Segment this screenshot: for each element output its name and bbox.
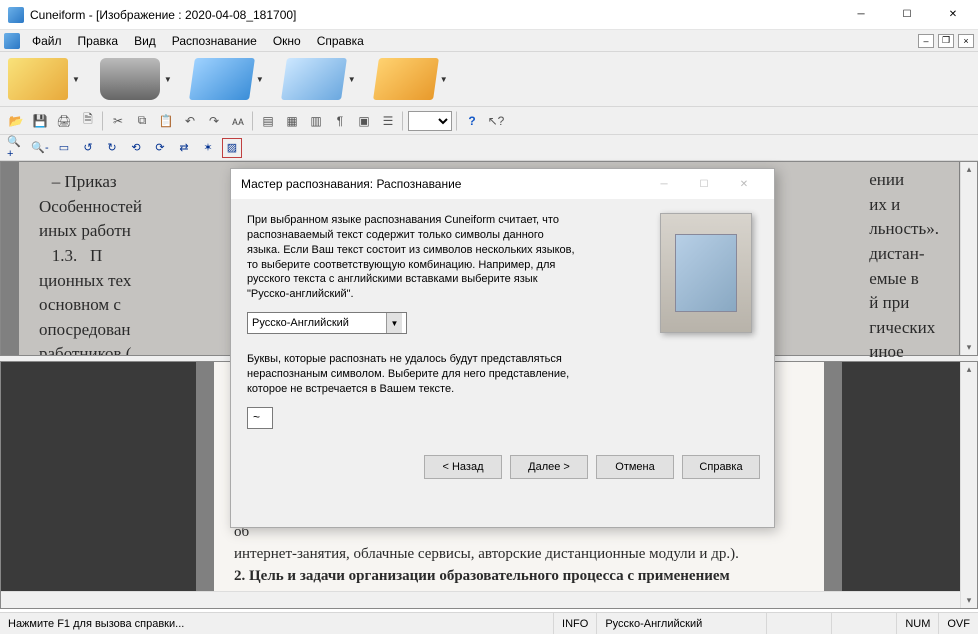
- status-hint: Нажмите F1 для вызова справки...: [0, 613, 554, 634]
- separator: [456, 111, 458, 131]
- chevron-down-icon[interactable]: ▼: [438, 73, 450, 86]
- vertical-scrollbar[interactable]: [960, 362, 977, 608]
- wizard-button[interactable]: ▼: [8, 58, 82, 100]
- menu-view[interactable]: Вид: [126, 32, 164, 50]
- mdi-restore-icon[interactable]: ❐: [938, 34, 954, 48]
- undo-icon[interactable]: ↶: [180, 111, 200, 131]
- status-language: Русско-Английский: [597, 613, 767, 634]
- status-num: NUM: [897, 613, 939, 634]
- zoom-out-icon[interactable]: 🔍-: [30, 138, 50, 158]
- menu-bar: Файл Правка Вид Распознавание Окно Справ…: [0, 30, 978, 52]
- vertical-scrollbar[interactable]: [960, 162, 977, 355]
- back-button[interactable]: < Назад: [424, 455, 502, 479]
- cancel-button[interactable]: Отмена: [596, 455, 674, 479]
- save-results-button[interactable]: ▼: [376, 58, 450, 100]
- separator: [102, 111, 104, 131]
- preview-icon[interactable]: 🗎: [78, 111, 98, 131]
- close-button[interactable]: ✕: [930, 0, 976, 30]
- separator: [402, 111, 404, 131]
- flip-icon[interactable]: ⟲: [126, 138, 146, 158]
- deskew-icon[interactable]: ⇄: [174, 138, 194, 158]
- rotate-right-icon[interactable]: ↻: [102, 138, 122, 158]
- dialog-maximize-button: ☐: [684, 170, 724, 198]
- save-icon[interactable]: 💾: [30, 111, 50, 131]
- print-icon[interactable]: 🖨: [54, 111, 74, 131]
- standard-toolbar: 📂 💾 🖨 🗎 ✂ ⧉ 📋 ↶ ↷ ᴀᴀ ▤ ▦ ▥ ¶ ▣ ☰ ? ↖?: [0, 107, 978, 135]
- open-icon[interactable]: 📂: [6, 111, 26, 131]
- status-blank1: [767, 613, 832, 634]
- status-blank2: [832, 613, 897, 634]
- menu-window[interactable]: Окно: [265, 32, 309, 50]
- maximize-button[interactable]: ☐: [884, 0, 930, 30]
- language-value: Русско-Английский: [252, 317, 349, 329]
- dialog-paragraph-1: При выбранном языке распознавания Cuneif…: [247, 213, 577, 302]
- left-margin: [1, 362, 196, 608]
- dialog-title: Мастер распознавания: Распознавание: [241, 177, 644, 191]
- files-icon: [189, 58, 255, 100]
- app-icon: [8, 7, 24, 23]
- doc-icon: [4, 33, 20, 49]
- copy-icon[interactable]: ⧉: [132, 111, 152, 131]
- minimize-button[interactable]: ─: [838, 0, 884, 30]
- menu-help[interactable]: Справка: [309, 32, 372, 50]
- status-bar: Нажмите F1 для вызова справки... INFO Ру…: [0, 612, 978, 634]
- chevron-down-icon[interactable]: ▼: [254, 73, 266, 86]
- rotate-left-icon[interactable]: ↺: [78, 138, 98, 158]
- wizard-illustration: [660, 213, 752, 333]
- next-button[interactable]: Далее >: [510, 455, 588, 479]
- open-images-button[interactable]: ▼: [192, 58, 266, 100]
- pilcrow-icon[interactable]: ¶: [330, 111, 350, 131]
- scanner-icon: [100, 58, 160, 100]
- dialog-titlebar[interactable]: Мастер распознавания: Распознавание ─ ☐ …: [231, 169, 774, 199]
- context-help-icon[interactable]: ↖?: [486, 111, 506, 131]
- menu-recognize[interactable]: Распознавание: [164, 32, 265, 50]
- glasses-icon: [281, 58, 347, 100]
- folder-icon: [373, 58, 439, 100]
- layout2-icon[interactable]: ▦: [282, 111, 302, 131]
- chevron-down-icon[interactable]: ▼: [162, 73, 174, 86]
- mirror-icon[interactable]: ⟳: [150, 138, 170, 158]
- menu-file[interactable]: Файл: [24, 32, 70, 50]
- layout1-icon[interactable]: ▤: [258, 111, 278, 131]
- help-button[interactable]: Справка: [682, 455, 760, 479]
- zoom-select[interactable]: [408, 111, 452, 131]
- window-title: Cuneiform - [Изображение : 2020-04-08_18…: [30, 8, 838, 22]
- status-info: INFO: [554, 613, 597, 634]
- main-toolbar: ▼ ▼ ▼ ▼ ▼: [0, 52, 978, 107]
- zoom-in-icon[interactable]: 🔍+: [6, 138, 26, 158]
- title-bar: Cuneiform - [Изображение : 2020-04-08_18…: [0, 0, 978, 30]
- chevron-down-icon[interactable]: ▼: [70, 73, 82, 86]
- crop-icon[interactable]: ✶: [198, 138, 218, 158]
- fit-page-icon[interactable]: ▭: [54, 138, 74, 158]
- recognize-button[interactable]: ▼: [284, 58, 358, 100]
- separator: [252, 111, 254, 131]
- scan-button[interactable]: ▼: [100, 58, 174, 100]
- spell-icon[interactable]: ᴀᴀ: [228, 111, 248, 131]
- box-icon[interactable]: ▣: [354, 111, 374, 131]
- redo-icon[interactable]: ↷: [204, 111, 224, 131]
- recognition-wizard-dialog: Мастер распознавания: Распознавание ─ ☐ …: [230, 168, 775, 528]
- paste-icon[interactable]: 📋: [156, 111, 176, 131]
- dialog-minimize-button: ─: [644, 170, 684, 198]
- list-icon[interactable]: ☰: [378, 111, 398, 131]
- dialog-paragraph-2: Буквы, которые распознать не удалось буд…: [247, 352, 577, 397]
- mdi-close-icon[interactable]: ×: [958, 34, 974, 48]
- right-margin: [842, 362, 977, 608]
- menu-edit[interactable]: Правка: [70, 32, 127, 50]
- language-select[interactable]: Русско-Английский ▼: [247, 312, 407, 334]
- chevron-down-icon[interactable]: ▼: [346, 73, 358, 86]
- cut-icon[interactable]: ✂: [108, 111, 128, 131]
- horizontal-scrollbar[interactable]: [1, 591, 960, 608]
- chevron-down-icon[interactable]: ▼: [386, 313, 402, 333]
- unknown-char-input[interactable]: ~: [247, 407, 273, 429]
- zoom-toolbar: 🔍+ 🔍- ▭ ↺ ↻ ⟲ ⟳ ⇄ ✶ ▨: [0, 135, 978, 161]
- status-ovf: OVF: [939, 613, 978, 634]
- region-icon[interactable]: ▨: [222, 138, 242, 158]
- mdi-minimize-icon[interactable]: –: [918, 34, 934, 48]
- dialog-close-button[interactable]: ✕: [724, 170, 764, 198]
- help-icon[interactable]: ?: [462, 111, 482, 131]
- layout3-icon[interactable]: ▥: [306, 111, 326, 131]
- wand-icon: [8, 58, 68, 100]
